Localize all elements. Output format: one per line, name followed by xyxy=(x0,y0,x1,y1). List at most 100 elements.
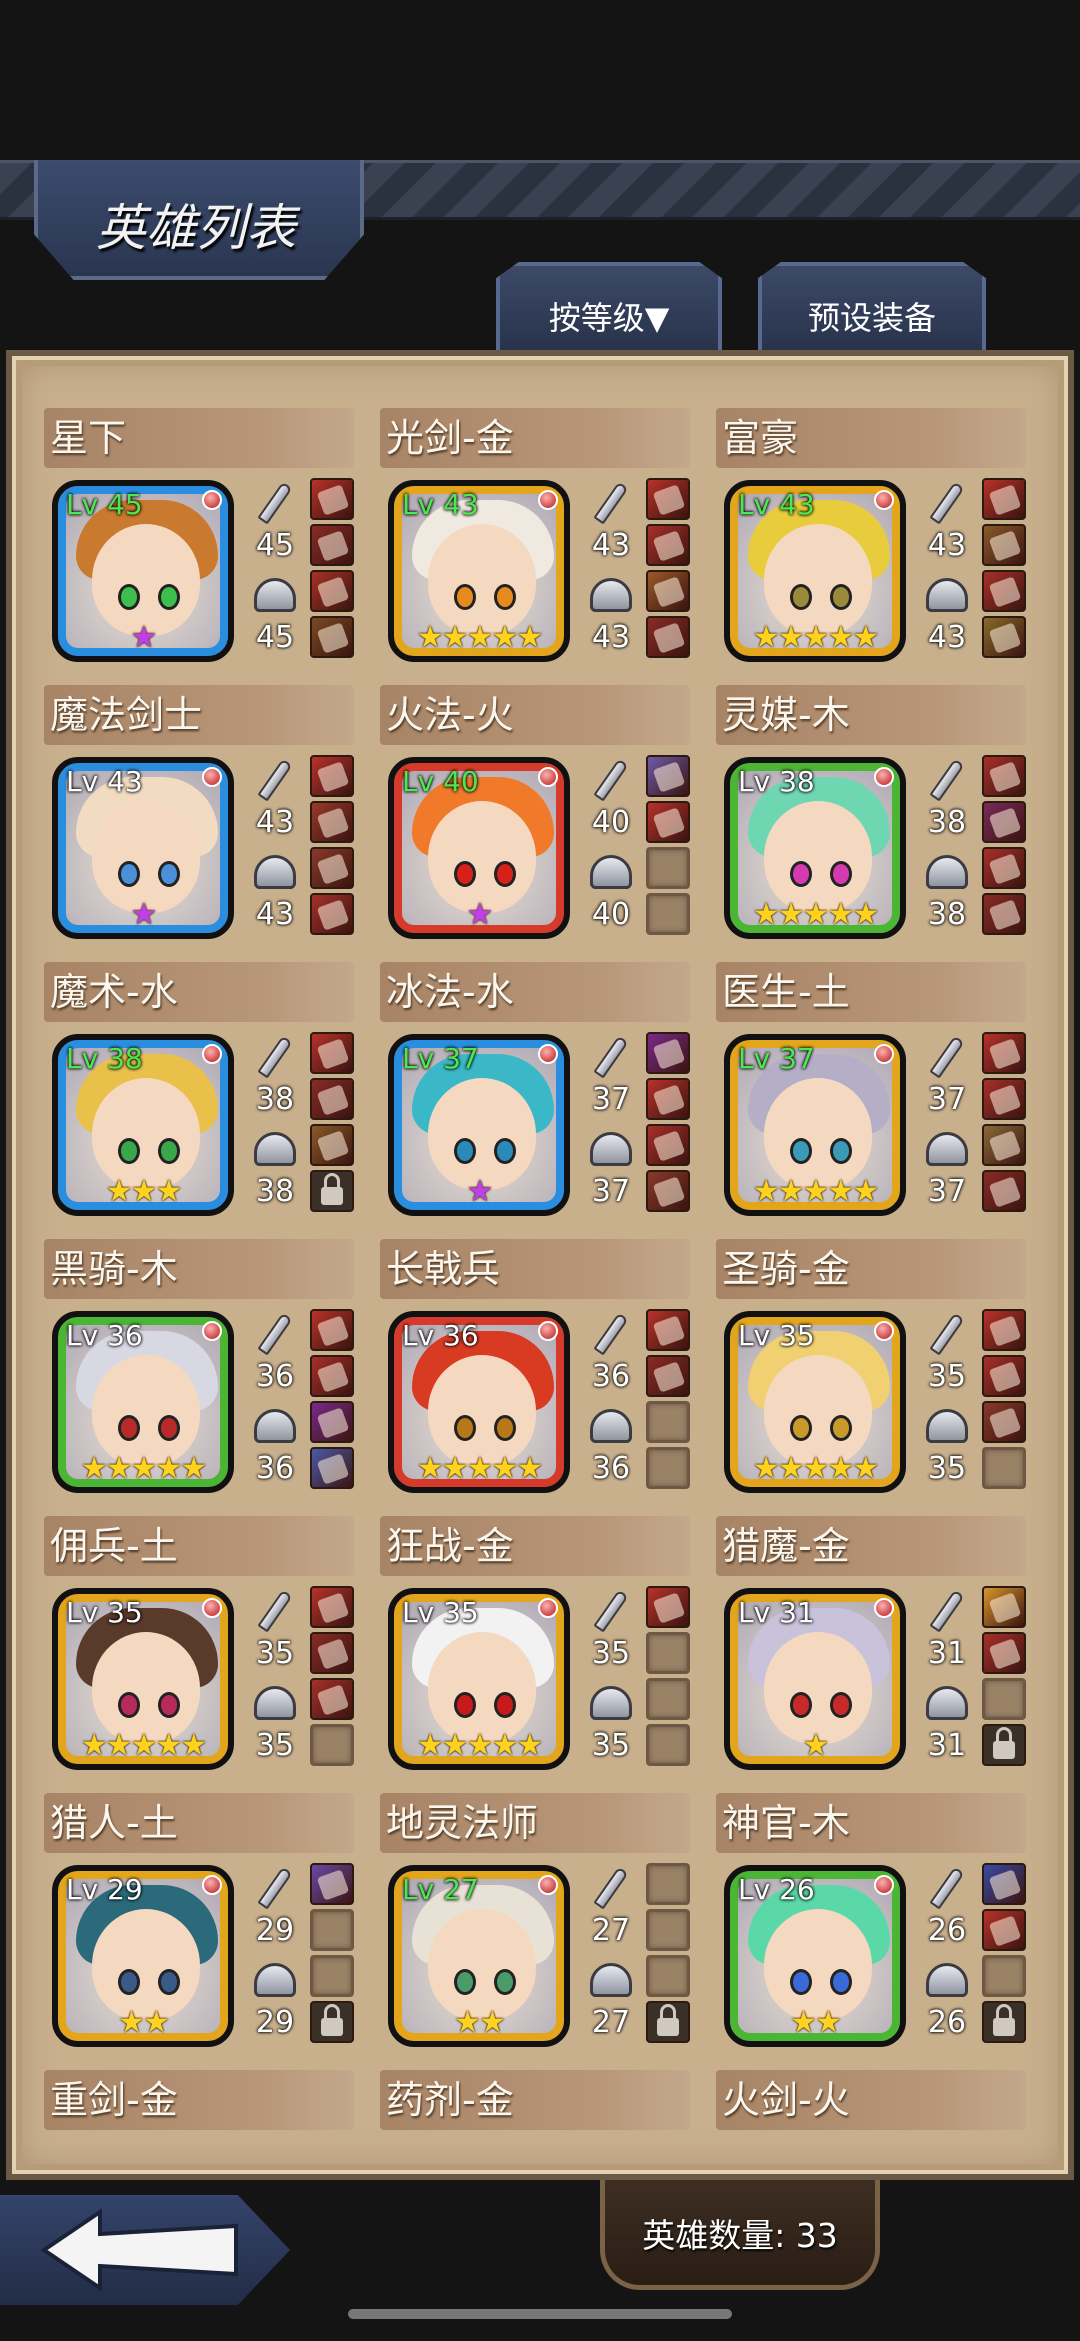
equipment-item-icon[interactable] xyxy=(310,1586,354,1628)
empty-equipment-slot[interactable] xyxy=(646,1863,690,1905)
hero-card[interactable]: 药剂-金 xyxy=(380,2070,690,2132)
hero-card[interactable]: 长戟兵 Lv 36 ★★★★★ 36 36 xyxy=(380,1239,690,1504)
equipment-item-icon[interactable] xyxy=(310,1124,354,1166)
equipment-item-icon[interactable] xyxy=(310,1032,354,1074)
equipment-item-icon[interactable] xyxy=(982,1170,1026,1212)
hero-card[interactable]: 灵媒-木 Lv 38 ★★★★★ 38 38 xyxy=(716,685,1026,950)
hero-card[interactable]: 地灵法师 Lv 27 ★★ 27 27 xyxy=(380,1793,690,2058)
hero-card[interactable]: 圣骑-金 Lv 35 ★★★★★ 35 35 xyxy=(716,1239,1026,1504)
equipment-item-icon[interactable] xyxy=(310,478,354,520)
equipment-item-icon[interactable] xyxy=(646,1355,690,1397)
hero-portrait[interactable]: Lv 36 ★★★★★ xyxy=(52,1311,234,1493)
hero-card[interactable]: 猎人-土 Lv 29 ★★ 29 29 xyxy=(44,1793,354,2058)
hero-portrait[interactable]: Lv 43 ★★★★★ xyxy=(724,480,906,662)
equipment-item-icon[interactable] xyxy=(982,1586,1026,1628)
equipment-item-icon[interactable] xyxy=(310,616,354,658)
hero-portrait[interactable]: Lv 36 ★★★★★ xyxy=(388,1311,570,1493)
preset-equipment-button[interactable]: 预设装备 xyxy=(758,262,986,352)
back-arrow-icon[interactable] xyxy=(40,2208,240,2292)
equipment-item-icon[interactable] xyxy=(982,616,1026,658)
equipment-item-icon[interactable] xyxy=(982,847,1026,889)
hero-portrait[interactable]: Lv 35 ★★★★★ xyxy=(388,1588,570,1770)
empty-equipment-slot[interactable] xyxy=(982,1447,1026,1489)
equipment-item-icon[interactable] xyxy=(310,847,354,889)
equipment-item-icon[interactable] xyxy=(982,570,1026,612)
equipment-item-icon[interactable] xyxy=(982,1909,1026,1951)
equipment-item-icon[interactable] xyxy=(646,570,690,612)
equipment-item-icon[interactable] xyxy=(646,616,690,658)
hero-portrait[interactable]: Lv 37 ★★★★★ xyxy=(724,1034,906,1216)
equipment-item-icon[interactable] xyxy=(310,1078,354,1120)
hero-card[interactable]: 魔术-水 Lv 38 ★★★ 38 38 xyxy=(44,962,354,1227)
equipment-item-icon[interactable] xyxy=(982,893,1026,935)
hero-card[interactable]: 星下 Lv 45 ★ 45 45 xyxy=(44,408,354,673)
equipment-item-icon[interactable] xyxy=(310,1678,354,1720)
hero-card[interactable]: 医生-土 Lv 37 ★★★★★ 37 37 xyxy=(716,962,1026,1227)
hero-portrait[interactable]: Lv 35 ★★★★★ xyxy=(52,1588,234,1770)
empty-equipment-slot[interactable] xyxy=(646,1632,690,1674)
hero-card[interactable]: 神官-木 Lv 26 ★★ 26 26 xyxy=(716,1793,1026,2058)
equipment-item-icon[interactable] xyxy=(982,1863,1026,1905)
equipment-item-icon[interactable] xyxy=(982,801,1026,843)
hero-card[interactable]: 黑骑-木 Lv 36 ★★★★★ 36 36 xyxy=(44,1239,354,1504)
equipment-item-icon[interactable] xyxy=(982,1124,1026,1166)
hero-card[interactable]: 光剑-金 Lv 43 ★★★★★ 43 43 xyxy=(380,408,690,673)
equipment-item-icon[interactable] xyxy=(310,1309,354,1351)
hero-portrait[interactable]: Lv 26 ★★ xyxy=(724,1865,906,2047)
empty-equipment-slot[interactable] xyxy=(646,1955,690,1997)
hero-card[interactable]: 佣兵-土 Lv 35 ★★★★★ 35 35 xyxy=(44,1516,354,1781)
equipment-item-icon[interactable] xyxy=(646,1586,690,1628)
equipment-item-icon[interactable] xyxy=(646,755,690,797)
empty-equipment-slot[interactable] xyxy=(646,893,690,935)
empty-equipment-slot[interactable] xyxy=(646,1724,690,1766)
hero-portrait[interactable]: Lv 38 ★★★★★ xyxy=(724,757,906,939)
equipment-item-icon[interactable] xyxy=(310,893,354,935)
equipment-item-icon[interactable] xyxy=(646,1124,690,1166)
hero-card[interactable]: 狂战-金 Lv 35 ★★★★★ 35 35 xyxy=(380,1516,690,1781)
hero-portrait[interactable]: Lv 40 ★ xyxy=(388,757,570,939)
hero-portrait[interactable]: Lv 45 ★ xyxy=(52,480,234,662)
equipment-item-icon[interactable] xyxy=(310,1632,354,1674)
equipment-item-icon[interactable] xyxy=(982,478,1026,520)
equipment-item-icon[interactable] xyxy=(310,1355,354,1397)
empty-equipment-slot[interactable] xyxy=(646,847,690,889)
empty-equipment-slot[interactable] xyxy=(646,1678,690,1720)
hero-portrait[interactable]: Lv 37 ★ xyxy=(388,1034,570,1216)
home-indicator[interactable] xyxy=(348,2309,732,2319)
equipment-item-icon[interactable] xyxy=(646,1170,690,1212)
equipment-item-icon[interactable] xyxy=(982,755,1026,797)
hero-portrait[interactable]: Lv 38 ★★★ xyxy=(52,1034,234,1216)
equipment-item-icon[interactable] xyxy=(646,801,690,843)
hero-card[interactable]: 猎魔-金 Lv 31 ★ 31 31 xyxy=(716,1516,1026,1781)
equipment-item-icon[interactable] xyxy=(646,478,690,520)
equipment-item-icon[interactable] xyxy=(982,1309,1026,1351)
hero-portrait[interactable]: Lv 27 ★★ xyxy=(388,1865,570,2047)
empty-equipment-slot[interactable] xyxy=(646,1401,690,1443)
hero-portrait[interactable]: Lv 35 ★★★★★ xyxy=(724,1311,906,1493)
hero-card[interactable]: 火剑-火 xyxy=(716,2070,1026,2132)
equipment-item-icon[interactable] xyxy=(310,755,354,797)
sort-by-level-button[interactable]: 按等级▼ xyxy=(496,262,722,352)
equipment-item-icon[interactable] xyxy=(310,524,354,566)
equipment-item-icon[interactable] xyxy=(310,1863,354,1905)
equipment-item-icon[interactable] xyxy=(982,1078,1026,1120)
empty-equipment-slot[interactable] xyxy=(310,1909,354,1951)
hero-portrait[interactable]: Lv 31 ★ xyxy=(724,1588,906,1770)
equipment-item-icon[interactable] xyxy=(982,524,1026,566)
equipment-item-icon[interactable] xyxy=(310,801,354,843)
empty-equipment-slot[interactable] xyxy=(310,1955,354,1997)
equipment-item-icon[interactable] xyxy=(646,1078,690,1120)
empty-equipment-slot[interactable] xyxy=(982,1678,1026,1720)
hero-portrait[interactable]: Lv 29 ★★ xyxy=(52,1865,234,2047)
empty-equipment-slot[interactable] xyxy=(310,1724,354,1766)
equipment-item-icon[interactable] xyxy=(646,1309,690,1351)
equipment-item-icon[interactable] xyxy=(310,1401,354,1443)
equipment-item-icon[interactable] xyxy=(982,1401,1026,1443)
hero-portrait[interactable]: Lv 43 ★ xyxy=(52,757,234,939)
equipment-item-icon[interactable] xyxy=(982,1032,1026,1074)
hero-card[interactable]: 魔法剑士 Lv 43 ★ 43 43 xyxy=(44,685,354,950)
equipment-item-icon[interactable] xyxy=(982,1632,1026,1674)
equipment-item-icon[interactable] xyxy=(310,570,354,612)
hero-portrait[interactable]: Lv 43 ★★★★★ xyxy=(388,480,570,662)
hero-card[interactable]: 重剑-金 xyxy=(44,2070,354,2132)
